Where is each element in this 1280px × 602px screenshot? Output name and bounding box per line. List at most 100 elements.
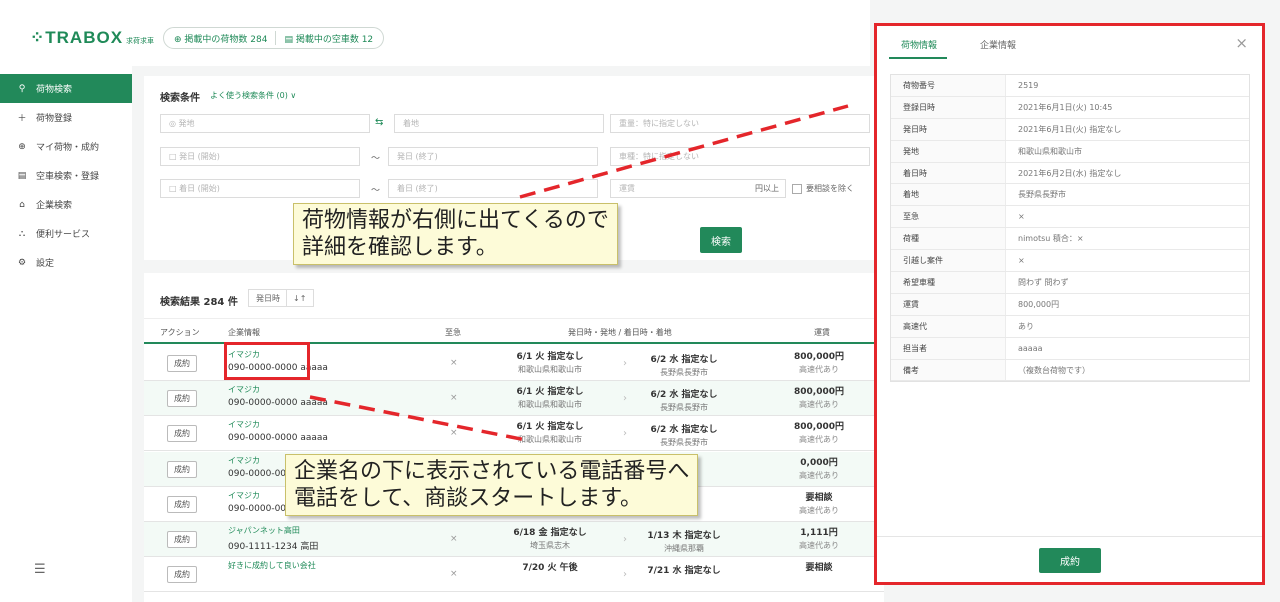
tab-cargo-info[interactable]: 荷物情報 bbox=[901, 38, 937, 51]
col-route: 発日時・発地 / 着日時・着地 bbox=[568, 328, 672, 337]
chevron-right-icon: › bbox=[623, 358, 627, 369]
chevron-right-icon: › bbox=[623, 569, 627, 581]
dep-start-field[interactable]: □ 発日 (開始) bbox=[160, 147, 360, 166]
company-name[interactable]: イマジカ bbox=[228, 490, 260, 501]
departure-place: 和歌山県和歌山市 bbox=[518, 400, 582, 410]
departure-info: 6/1 火 指定なし 和歌山県和歌山市 bbox=[484, 419, 616, 445]
sidebar-item-company-search[interactable]: ⌂ 企業検索 bbox=[0, 190, 132, 219]
detail-row: 至急 × bbox=[891, 206, 1249, 229]
sidebar-item-truck-search[interactable]: ▤ 空車検索・登録 bbox=[0, 161, 132, 190]
cargo-count[interactable]: ⊕ 掲載中の荷物数 284 bbox=[174, 32, 267, 45]
company-name[interactable]: ジャパンネット高田 bbox=[228, 525, 300, 536]
arrival-date: 6/2 水 指定なし bbox=[650, 390, 718, 401]
company-name[interactable]: 好きに成約して良い会社 bbox=[228, 560, 316, 571]
table-row[interactable]: 成約 ジャパンネット高田 090-1111-1234 高田 × 6/18 金 指定なし埼… bbox=[144, 522, 884, 557]
sidebar-item-settings[interactable]: ⚙ 設定 bbox=[0, 248, 132, 277]
arrival-place: 長野県長野市 bbox=[660, 368, 708, 377]
row-deal-button[interactable]: 成約 bbox=[167, 531, 197, 548]
detail-key: 担当者 bbox=[891, 337, 1006, 359]
exclude-negotiable-checkbox[interactable]: 要相談を除く bbox=[792, 183, 854, 194]
company-name[interactable]: イマジカ bbox=[228, 419, 260, 430]
fare-value: 1,111円 bbox=[800, 528, 838, 538]
departure-place: 和歌山県和歌山市 bbox=[518, 435, 582, 445]
detail-value: 2519 bbox=[1018, 80, 1039, 90]
detail-value: 長野県長野市 bbox=[1018, 190, 1066, 200]
vehicle-select[interactable]: 車種：特に指定しない bbox=[610, 147, 870, 166]
row-deal-button[interactable]: 成約 bbox=[167, 390, 197, 408]
dep-end-field[interactable]: 発日 (終了) bbox=[388, 147, 598, 166]
arr-end-field[interactable]: 着日 (終了) bbox=[388, 179, 598, 198]
fare-sub: 高速代あり bbox=[799, 365, 839, 374]
stats-pill: ⊕ 掲載中の荷物数 284 ▤ 掲載中の空車数 12 bbox=[163, 27, 385, 49]
truck-icon: ▤ bbox=[17, 170, 27, 181]
detail-row: 備考 （複数台荷物です） bbox=[891, 359, 1249, 382]
fare-sub: 高速代あり bbox=[799, 400, 839, 410]
col-fare: 運賃 bbox=[814, 328, 830, 337]
fare-info: 1,111円 高速代あり bbox=[784, 525, 854, 551]
chevron-right-icon: › bbox=[623, 393, 627, 405]
origin-select[interactable]: ◎ 発地 bbox=[160, 114, 370, 133]
tab-company-info[interactable]: 企業情報 bbox=[980, 38, 1016, 51]
people-icon: ⛬ bbox=[18, 228, 26, 239]
sidebar-item-services[interactable]: ⛬ 便利サービス bbox=[0, 219, 132, 248]
sidebar-item-cargo-register[interactable]: ＋荷物登録 bbox=[0, 103, 132, 132]
close-icon[interactable]: × bbox=[1235, 34, 1248, 52]
detail-table: 荷物番号 2519 登録日時 2021年6月1日(火) 10:45 発日時 2021年6月… bbox=[890, 74, 1250, 383]
table-header: アクション 企業情報 至急 発日時・発地 / 着日時・着地 運賃 bbox=[144, 318, 884, 344]
search-button[interactable]: 検索 bbox=[700, 227, 742, 253]
arrival-info: 7/21 水 指定なし bbox=[634, 563, 734, 578]
arrival-place: 長野県長野市 bbox=[660, 403, 708, 413]
company-phone: 090-0000-0000 aaaaa bbox=[228, 398, 328, 409]
detail-row: 希望車種 問わず 問わず bbox=[891, 272, 1249, 294]
col-action: アクション bbox=[160, 328, 200, 337]
top-bar: ⁘TRABOX 求荷求車 ⊕ 掲載中の荷物数 284 ▤ 掲載中の空車数 12 bbox=[0, 0, 870, 66]
truck-count[interactable]: ▤ 掲載中の空車数 12 bbox=[284, 32, 373, 45]
arr-start-field[interactable]: □ 着日 (開始) bbox=[160, 179, 360, 198]
fare-sub: 高速代あり bbox=[799, 541, 839, 550]
urgent-mark: × bbox=[450, 428, 458, 439]
chevron-right-icon: › bbox=[623, 534, 627, 545]
detail-key: 発地 bbox=[891, 140, 1006, 162]
departure-place: 和歌山県和歌山市 bbox=[518, 365, 582, 374]
detail-row: 運賃 800,000円 bbox=[891, 293, 1249, 316]
arrival-info: 6/2 水 指定なし 長野県長野市 bbox=[634, 387, 734, 413]
departure-date: 6/1 火 指定なし bbox=[516, 387, 584, 398]
detail-value: × bbox=[1018, 212, 1025, 222]
table-row[interactable]: 成約 イマジカ 090-0000-0000 aaaaa × 6/1 火 指定なし 和歌山県… bbox=[144, 416, 884, 452]
arrival-info: 6/2 水 指定なし 長野県長野市 bbox=[634, 352, 734, 378]
col-urgent: 至急 bbox=[445, 328, 461, 337]
sidebar-item-cargo-search[interactable]: ⚲ 荷物検索 bbox=[0, 74, 132, 103]
weight-select[interactable]: 重量：特に指定しない bbox=[610, 114, 870, 133]
arrival-date: 6/2 水 指定なし bbox=[650, 425, 718, 436]
row-deal-button[interactable]: 成約 bbox=[167, 566, 197, 584]
fare-value: 要相談 bbox=[805, 563, 833, 574]
fare-info: 800,000円 高速代あり bbox=[784, 349, 854, 375]
saved-search-link[interactable]: よく使う検索条件 (0) ∨ bbox=[210, 90, 296, 101]
detail-key: 着日時 bbox=[891, 162, 1006, 184]
destination-select[interactable]: 着地 bbox=[394, 114, 604, 133]
row-deal-button[interactable]: 成約 bbox=[167, 495, 197, 513]
callout-phone-number: 企業名の下に表示されている電話番号へ 電話をして、商談スタートします。 bbox=[285, 454, 699, 516]
deal-button[interactable]: 成約 bbox=[1039, 548, 1101, 573]
sort-control[interactable]: 発日時 ↓↑ bbox=[248, 289, 315, 307]
fare-info: 要相談 bbox=[784, 560, 854, 575]
sidebar-item-my-cargo[interactable]: ⊕ マイ荷物・成約 bbox=[0, 132, 132, 161]
fare-field[interactable]: 運賃 円以上 bbox=[610, 179, 786, 198]
fare-value: 800,000円 bbox=[794, 422, 844, 433]
swap-icon[interactable]: ⇆ bbox=[375, 117, 383, 128]
detail-row: 荷物番号 2519 bbox=[891, 75, 1249, 97]
row-deal-button[interactable]: 成約 bbox=[167, 355, 197, 372]
company-name[interactable]: イマジカ bbox=[228, 455, 260, 466]
arrival-place: 沖縄県那覇 bbox=[664, 544, 704, 553]
logo[interactable]: ⁘TRABOX 求荷求車 bbox=[30, 28, 154, 48]
table-row[interactable]: 成約 好きに成約して良い会社 × 7/20 火 午後 › 7/21 水 指定なし 要相談 bbox=[144, 557, 884, 593]
sidebar: ⚲ 荷物検索 ＋荷物登録 ⊕ マイ荷物・成約 ▤ 空車検索・登録 ⌂ 企業検索 ⛬ 便利サ… bbox=[0, 66, 132, 602]
collapse-menu-icon[interactable]: ☰ bbox=[34, 562, 46, 577]
departure-date: 6/1 火 指定なし bbox=[516, 352, 584, 362]
row-deal-button[interactable]: 成約 bbox=[167, 425, 197, 443]
row-deal-button[interactable]: 成約 bbox=[167, 460, 197, 478]
table-row[interactable]: 成約 イマジカ 090-0000-0000 aaaaa × 6/1 火 指定なし 和歌山県… bbox=[144, 381, 884, 417]
company-name[interactable]: イマジカ bbox=[228, 384, 260, 395]
arrival-info: 1/13 木 指定なし 沖縄県那覇 bbox=[634, 528, 734, 554]
detail-value: 2021年6月1日(火) 10:45 bbox=[1018, 102, 1113, 112]
